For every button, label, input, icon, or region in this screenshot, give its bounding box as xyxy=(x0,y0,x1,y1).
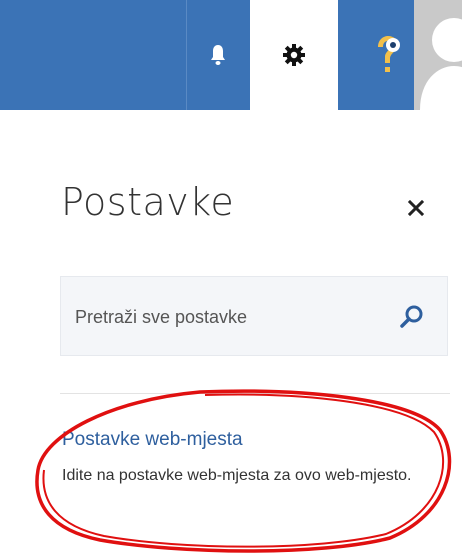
section-divider xyxy=(60,393,450,394)
gear-icon xyxy=(283,44,305,66)
help-button[interactable] xyxy=(362,0,414,110)
avatar xyxy=(414,0,462,110)
user-avatar-button[interactable] xyxy=(414,0,462,110)
panel-title: Postavke xyxy=(61,180,235,224)
help-icon xyxy=(378,36,400,72)
search-icon[interactable] xyxy=(399,304,425,330)
site-settings-link[interactable]: Postavke web-mjesta xyxy=(62,429,243,451)
close-icon xyxy=(408,200,424,216)
suite-bar xyxy=(0,0,462,110)
settings-button[interactable] xyxy=(250,0,338,110)
site-settings-description: Idite na postavke web-mjesta za ovo web-… xyxy=(62,467,412,484)
close-button[interactable] xyxy=(404,196,428,220)
search-input[interactable] xyxy=(75,303,375,331)
bell-icon xyxy=(211,45,225,65)
notifications-button[interactable] xyxy=(186,0,250,110)
search-box xyxy=(60,276,448,356)
